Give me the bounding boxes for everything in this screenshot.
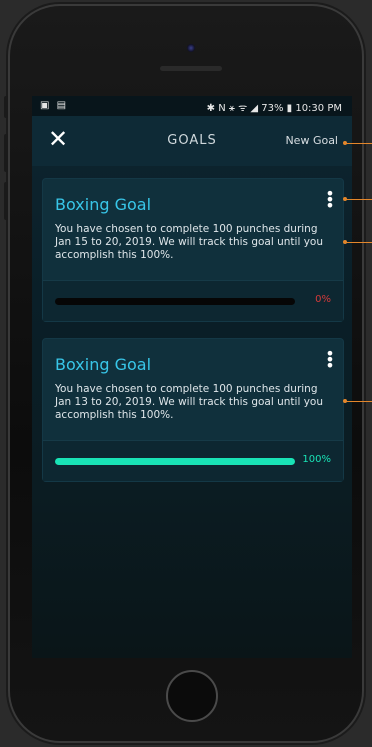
volume-down-button	[4, 182, 8, 220]
more-options-icon[interactable]: • • •	[325, 346, 335, 374]
goal-description: You have chosen to complete 100 punches …	[55, 383, 324, 421]
progress-track	[55, 298, 295, 305]
goal-progress-row: 0%	[43, 280, 343, 321]
earpiece-speaker	[160, 66, 222, 71]
goal-card[interactable]: Boxing Goal • • • You have chosen to compl…	[42, 338, 344, 482]
goal-title: Boxing Goal	[55, 355, 152, 374]
new-goal-button[interactable]: New Goal	[285, 134, 338, 147]
progress-fill	[55, 458, 295, 465]
annotation-line	[346, 242, 372, 243]
notification-icons: ▣ ▤	[40, 100, 69, 111]
progress-track	[55, 458, 295, 465]
goals-header: ✕ GOALS New Goal	[32, 116, 352, 166]
annotation-line	[346, 199, 372, 200]
progress-percent: 0%	[315, 294, 331, 305]
status-indicators: ✱ N ⚹ ᯤ ◢ 73% ▮ 10:30 PM	[206, 103, 342, 114]
home-button[interactable]	[166, 670, 218, 722]
app-screen: ▣ ▤ ✱ N ⚹ ᯤ ◢ 73% ▮ 10:30 PM ✕ GOALS New…	[32, 96, 352, 658]
more-options-icon[interactable]: • • •	[325, 186, 335, 214]
volume-up-button	[4, 134, 8, 172]
goal-progress-row: 100%	[43, 440, 343, 481]
goal-title: Boxing Goal	[55, 195, 152, 214]
annotation-line	[346, 401, 372, 402]
front-camera	[187, 44, 195, 52]
annotation-line	[346, 143, 372, 144]
goal-card[interactable]: Boxing Goal • • • You have chosen to compl…	[42, 178, 344, 322]
status-bar: ▣ ▤ ✱ N ⚹ ᯤ ◢ 73% ▮ 10:30 PM	[32, 96, 352, 116]
progress-percent: 100%	[302, 454, 331, 465]
goal-description: You have chosen to complete 100 punches …	[55, 223, 324, 261]
mute-switch	[4, 96, 8, 118]
